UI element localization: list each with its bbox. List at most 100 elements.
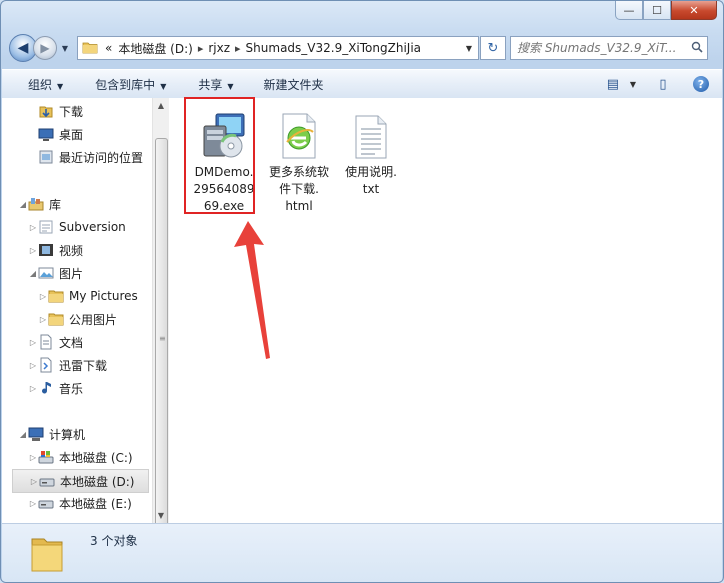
sidebar-item[interactable]: ▷ 公用图片 bbox=[2, 308, 117, 330]
address-bar[interactable]: « 本地磁盘 (D:) ▸ rjxz ▸ Shumads_V32.9_XiTon… bbox=[77, 36, 479, 60]
scroll-down-icon[interactable]: ▼ bbox=[153, 508, 169, 523]
address-overflow-chevron[interactable]: « bbox=[102, 41, 115, 55]
scrollbar-thumb[interactable]: ≡ bbox=[155, 138, 168, 548]
sidebar-item-label: Subversion bbox=[59, 220, 126, 234]
downloads-folder-icon bbox=[38, 103, 54, 119]
navigation-bar: ◀ ▶ ▼ « 本地磁盘 (D:) ▸ rjxz ▸ Shumads_V32.9… bbox=[9, 33, 715, 63]
include-library-label: 包含到库中 bbox=[95, 77, 156, 92]
folder-large-icon bbox=[30, 533, 64, 573]
minimize-button[interactable]: — bbox=[615, 1, 643, 20]
organize-menu[interactable]: 组织 ▼ bbox=[2, 76, 75, 93]
organize-label: 组织 bbox=[28, 77, 53, 92]
expand-arrow-icon[interactable]: ▷ bbox=[29, 477, 39, 486]
expand-arrow-icon[interactable]: ▷ bbox=[38, 315, 48, 324]
new-folder-button[interactable]: 新建文件夹 bbox=[246, 76, 336, 93]
sidebar-item[interactable]: ▷ 本地磁盘 (C:) bbox=[2, 446, 133, 468]
view-options-dropdown[interactable]: ▼ bbox=[630, 80, 636, 89]
expand-arrow-icon[interactable]: ◢ bbox=[18, 430, 28, 439]
include-in-library-menu[interactable]: 包含到库中 ▼ bbox=[75, 76, 178, 93]
expand-arrow-icon[interactable]: ▷ bbox=[28, 223, 38, 232]
address-segment-folder[interactable]: Shumads_V32.9_XiTongZhiJia bbox=[243, 41, 424, 55]
sidebar-item[interactable]: ◢ 图片 bbox=[2, 262, 83, 284]
expand-arrow-icon[interactable]: ▷ bbox=[28, 453, 38, 462]
expand-arrow-icon[interactable]: ▷ bbox=[28, 246, 38, 255]
sidebar-item[interactable]: ▷ Subversion bbox=[2, 216, 126, 238]
sidebar-item-label: 桌面 bbox=[59, 127, 84, 142]
maximize-button[interactable]: ☐ bbox=[643, 1, 671, 20]
expand-arrow-icon[interactable]: ▷ bbox=[28, 384, 38, 393]
forward-arrow-icon: ▶ bbox=[40, 41, 50, 55]
address-separator-icon[interactable]: ▸ bbox=[233, 42, 243, 55]
command-toolbar: 组织 ▼ 包含到库中 ▼ 共享 ▼ 新建文件夹 ▤ ▼ ▯ ? bbox=[2, 69, 722, 99]
sidebar-item[interactable]: ▷ 迅雷下载 bbox=[2, 354, 107, 376]
thunder-download-icon bbox=[38, 357, 54, 373]
address-dropdown-icon[interactable]: ▼ bbox=[460, 44, 478, 53]
sidebar-item[interactable]: 桌面 bbox=[2, 123, 83, 145]
sidebar-item-label: 音乐 bbox=[59, 381, 84, 396]
sidebar-item-label: 计算机 bbox=[49, 427, 86, 442]
address-segment-rjxz[interactable]: rjxz bbox=[205, 41, 233, 55]
sidebar-item[interactable]: 最近访问的位置 bbox=[2, 146, 143, 168]
sidebar-item-label: 库 bbox=[49, 197, 62, 212]
sidebar-item[interactable]: 下载 bbox=[2, 100, 83, 122]
folder-icon bbox=[82, 40, 98, 57]
expand-arrow-icon[interactable]: ▷ bbox=[28, 499, 38, 508]
sidebar-item[interactable]: ▷ 本地磁盘 (E:) bbox=[2, 492, 132, 514]
help-button[interactable]: ? bbox=[690, 74, 712, 94]
navigation-scrollbar[interactable]: ▲ ≡ ▼ bbox=[152, 98, 169, 548]
preview-pane-button[interactable]: ▯ bbox=[652, 74, 674, 94]
system-drive-icon bbox=[38, 449, 54, 465]
folder-icon bbox=[48, 311, 64, 327]
change-view-button[interactable]: ▤ bbox=[602, 74, 624, 94]
refresh-button[interactable]: ↻ bbox=[480, 36, 506, 60]
html-ie-file-icon bbox=[259, 108, 339, 160]
back-arrow-icon: ◀ bbox=[17, 40, 29, 56]
views-icon: ▤ bbox=[606, 76, 619, 92]
search-box[interactable] bbox=[510, 36, 708, 60]
sidebar-item-label: 最近访问的位置 bbox=[59, 150, 144, 165]
sidebar-item-label: 图片 bbox=[59, 266, 84, 281]
desktop-icon bbox=[38, 126, 54, 142]
sidebar-item[interactable]: ▷ My Pictures bbox=[2, 285, 138, 307]
pictures-library-icon bbox=[38, 265, 54, 281]
recent-pages-dropdown[interactable]: ▼ bbox=[59, 44, 71, 53]
sidebar-item[interactable]: ◢ 计算机 bbox=[2, 423, 85, 445]
dropdown-arrow-icon: ▼ bbox=[57, 81, 64, 91]
share-menu[interactable]: 共享 ▼ bbox=[178, 76, 245, 93]
expand-arrow-icon[interactable]: ▷ bbox=[28, 361, 38, 370]
file-item-readme-txt[interactable]: 使用说明. txt bbox=[331, 108, 411, 198]
sidebar-item[interactable]: ▷ 文档 bbox=[2, 331, 83, 353]
sidebar-item-label: 本地磁盘 (C:) bbox=[59, 450, 133, 465]
documents-library-icon bbox=[38, 334, 54, 350]
drive-icon bbox=[39, 473, 55, 489]
subversion-library-icon bbox=[38, 219, 54, 235]
search-icon[interactable] bbox=[687, 41, 707, 56]
search-input[interactable] bbox=[511, 40, 688, 56]
explorer-window: — ☐ ✕ ◀ ▶ ▼ « 本地磁盘 (D:) ▸ rjxz ▸ Shumads… bbox=[0, 0, 724, 583]
address-separator-icon[interactable]: ▸ bbox=[196, 42, 206, 55]
text-file-icon bbox=[331, 108, 411, 160]
dropdown-arrow-icon: ▼ bbox=[160, 81, 167, 91]
expand-arrow-icon[interactable]: ▷ bbox=[38, 292, 48, 301]
details-pane: 3 个对象 bbox=[2, 523, 722, 582]
sidebar-item[interactable]: ▷ 视频 bbox=[2, 239, 83, 261]
sidebar-item-label: 本地磁盘 (E:) bbox=[59, 496, 132, 511]
sidebar-item-label: 下载 bbox=[59, 104, 84, 119]
address-segment-drive[interactable]: 本地磁盘 (D:) bbox=[115, 40, 195, 57]
scroll-up-icon[interactable]: ▲ bbox=[153, 98, 169, 113]
expand-arrow-icon[interactable]: ◢ bbox=[18, 200, 28, 209]
close-button[interactable]: ✕ bbox=[671, 1, 717, 20]
file-name-line: html bbox=[285, 199, 313, 213]
forward-button[interactable]: ▶ bbox=[33, 36, 57, 60]
file-name-line: txt bbox=[362, 182, 380, 196]
recent-places-icon bbox=[38, 149, 54, 165]
sidebar-item[interactable]: ▷ 本地磁盘 (D:) bbox=[12, 469, 149, 493]
file-item-more-software-html[interactable]: 更多系统软 件下载. html bbox=[259, 108, 339, 215]
share-label: 共享 bbox=[198, 77, 223, 92]
sidebar-item-label: 迅雷下载 bbox=[59, 358, 108, 373]
expand-arrow-icon[interactable]: ◢ bbox=[28, 269, 38, 278]
help-icon: ? bbox=[693, 76, 709, 92]
sidebar-item[interactable]: ◢ 库 bbox=[2, 193, 61, 215]
expand-arrow-icon[interactable]: ▷ bbox=[28, 338, 38, 347]
sidebar-item[interactable]: ▷ 音乐 bbox=[2, 377, 83, 399]
